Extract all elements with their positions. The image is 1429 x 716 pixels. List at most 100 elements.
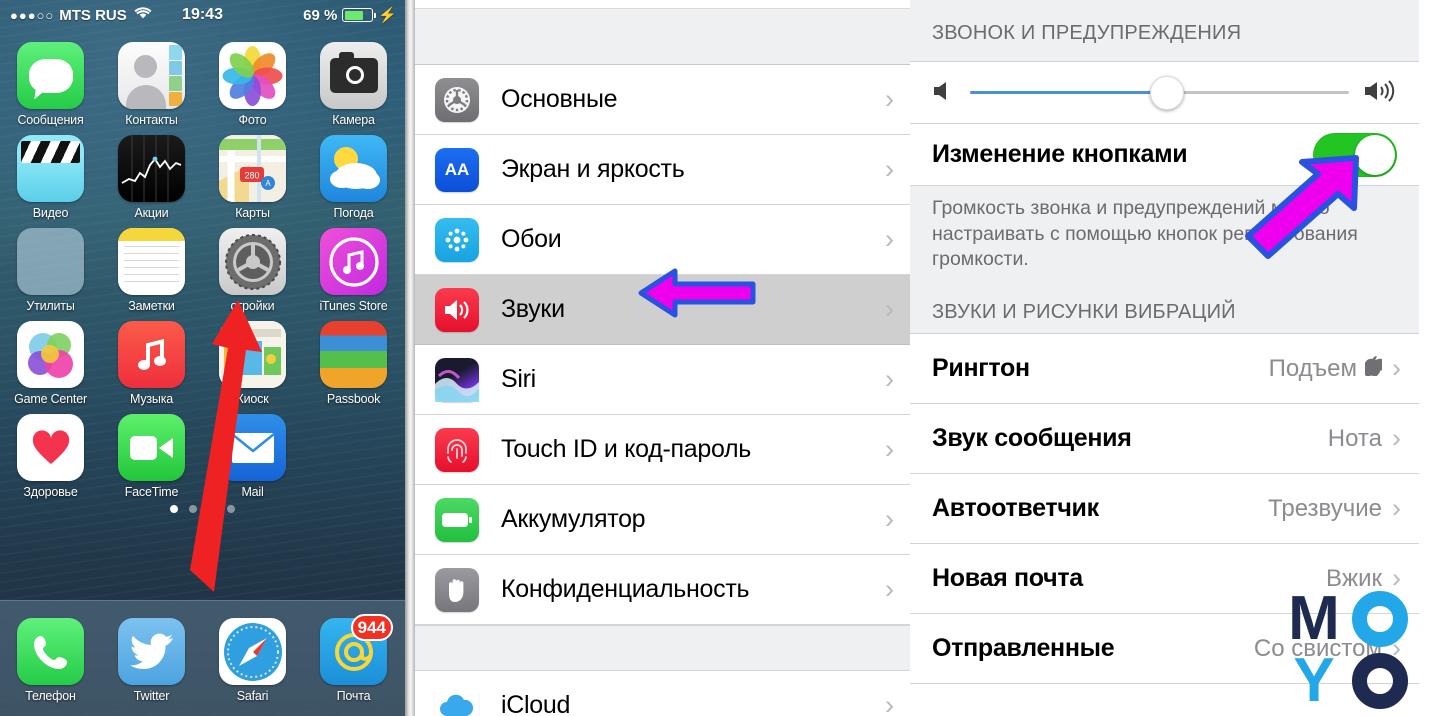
app-weather[interactable]: Погода [303,127,404,220]
app-contacts[interactable]: Контакты [101,34,202,127]
app-label: Здоровье [23,485,78,499]
camera-icon [320,42,387,109]
stocks-icon [118,135,185,202]
app-label: Почта [336,689,371,703]
sound-row-value: Со свистом [1253,634,1382,662]
dock-app-twitter[interactable]: Twitter [101,610,202,716]
game-center-icon [17,321,84,388]
touch-id-icon [435,427,479,472]
settings-row-display[interactable]: AA Экран и яркость › [415,135,910,205]
app-photos[interactable]: Фото [202,34,303,127]
app-label: стройки [230,299,275,313]
app-stocks[interactable]: Акции [101,127,202,220]
app-videos[interactable]: Видео [0,127,101,220]
dock-app-pochta[interactable]: 944 Почта [303,610,404,716]
settings-row-wallpaper[interactable]: Обои › [415,205,910,275]
app-label: Утилиты [26,299,75,313]
app-label: Камера [332,113,375,127]
page-dot[interactable] [170,505,178,513]
ringer-volume-row[interactable] [910,62,1419,124]
screenshot-root: ●●●○○ MTS RUS 19:43 69 % ⚡ Сообщения Кон… [0,0,1429,716]
section-header-sounds-vibration: ЗВУКИ И РИСУНКИ ВИБРАЦИЙ [910,285,1419,335]
app-passbook[interactable]: Passbook [303,313,404,406]
gear-icon [435,77,479,122]
app-label: Game Center [14,392,87,406]
signal-dots-icon: ●●●○○ [10,7,55,23]
icloud-icon [435,683,479,716]
sound-row-value: Вжик [1326,564,1382,592]
settings-row-general[interactable]: Основные › [415,65,910,135]
settings-row-label: Аккумулятор [501,505,646,533]
carrier-label: MTS RUS [59,6,127,24]
app-newsstand[interactable]: Киоск [202,313,303,406]
settings-group-separator [415,625,910,671]
speaker-high-icon [1363,79,1397,107]
contacts-icon [118,42,185,109]
sound-row-name: Автоответчик [932,494,1099,523]
change-with-buttons-toggle[interactable] [1313,132,1397,177]
settings-row-icloud[interactable]: iCloud › [415,671,910,716]
page-dot[interactable] [208,505,216,513]
twitter-icon [118,618,185,685]
chevron-right-icon: › [885,154,894,184]
page-dot[interactable] [189,505,197,513]
app-health[interactable]: Здоровье [0,406,101,499]
app-facetime[interactable]: FaceTime [101,406,202,499]
settings-row-siri[interactable]: Siri › [415,345,910,415]
volume-slider-track[interactable] [970,75,1349,110]
settings-row-privacy[interactable]: Конфиденциальность › [415,555,910,625]
app-label: Киоск [236,392,269,406]
phone-icon [17,618,84,685]
sound-row-voicemail[interactable]: Автоответчик Трезвучие › [910,474,1419,545]
settings-row-touchid[interactable]: Touch ID и код-пароль › [415,415,910,485]
settings-row-battery[interactable]: Аккумулятор › [415,485,910,555]
app-notes[interactable]: Заметки [101,220,202,313]
app-label: Mail [241,485,264,499]
app-icon-grid: Сообщения Контакты Фото Камера Видео Акц… [0,30,405,499]
app-label: Контакты [125,113,178,127]
app-row: Здоровье FaceTime Mail [0,406,405,499]
speaker-low-icon [932,80,956,106]
display-brightness-icon: AA [435,147,479,192]
utilities-folder-icon [17,228,84,295]
page-dot[interactable] [227,505,235,513]
app-label: Погода [333,206,374,220]
dock-app-safari[interactable]: Safari [202,610,303,716]
settings-icon [219,228,286,295]
app-label: Карты [235,206,270,220]
app-label: Музыка [129,392,173,406]
app-itunes-store[interactable]: iTunes Store [303,220,404,313]
settings-row-label: Touch ID и код-пароль [501,435,752,463]
facetime-icon [118,414,185,481]
settings-list-panel: Основные › AA Экран и яркость › Обои › З… [415,0,910,716]
app-game-center[interactable]: Game Center [0,313,101,406]
app-label: Фото [238,113,267,127]
app-maps[interactable]: 280 A Карты [202,127,303,220]
sound-row-name: Рингтон [932,354,1030,383]
home-dock: Телефон Twitter Safari 944 Почта [0,600,405,716]
page-indicator-dots[interactable] [0,505,405,513]
settings-row-sounds[interactable]: Звуки › [415,275,910,345]
app-music[interactable]: Музыка [101,313,202,406]
app-utilities-folder[interactable]: Утилиты [0,220,101,313]
sound-row-text-tone[interactable]: Звук сообщения Нота › [910,404,1419,475]
chevron-right-icon: › [1392,633,1401,664]
chevron-right-icon: › [885,294,894,324]
app-label: Сообщения [17,113,84,127]
sound-row-ringtone[interactable]: Рингтон Подъем › [910,334,1419,405]
app-messages[interactable]: Сообщения [0,34,101,127]
app-settings[interactable]: стройки [202,220,303,313]
volume-slider-knob[interactable] [1150,75,1185,110]
settings-row-label: Экран и яркость [501,155,685,183]
dock-app-phone[interactable]: Телефон [0,610,101,716]
sound-row-value: Трезвучие [1268,494,1382,522]
sound-row-sent-mail[interactable]: Отправленные Со свистом › [910,614,1419,685]
app-camera[interactable]: Камера [303,34,404,127]
sound-row-name: Звук сообщения [932,424,1132,453]
privacy-hand-icon [435,567,479,612]
sound-row-new-mail[interactable]: Новая почта Вжик › [910,544,1419,615]
unread-badge: 944 [350,614,393,641]
apple-logo-icon [1363,355,1386,382]
app-mail[interactable]: Mail [202,406,303,499]
change-with-buttons-row[interactable]: Изменение кнопками [910,124,1419,186]
